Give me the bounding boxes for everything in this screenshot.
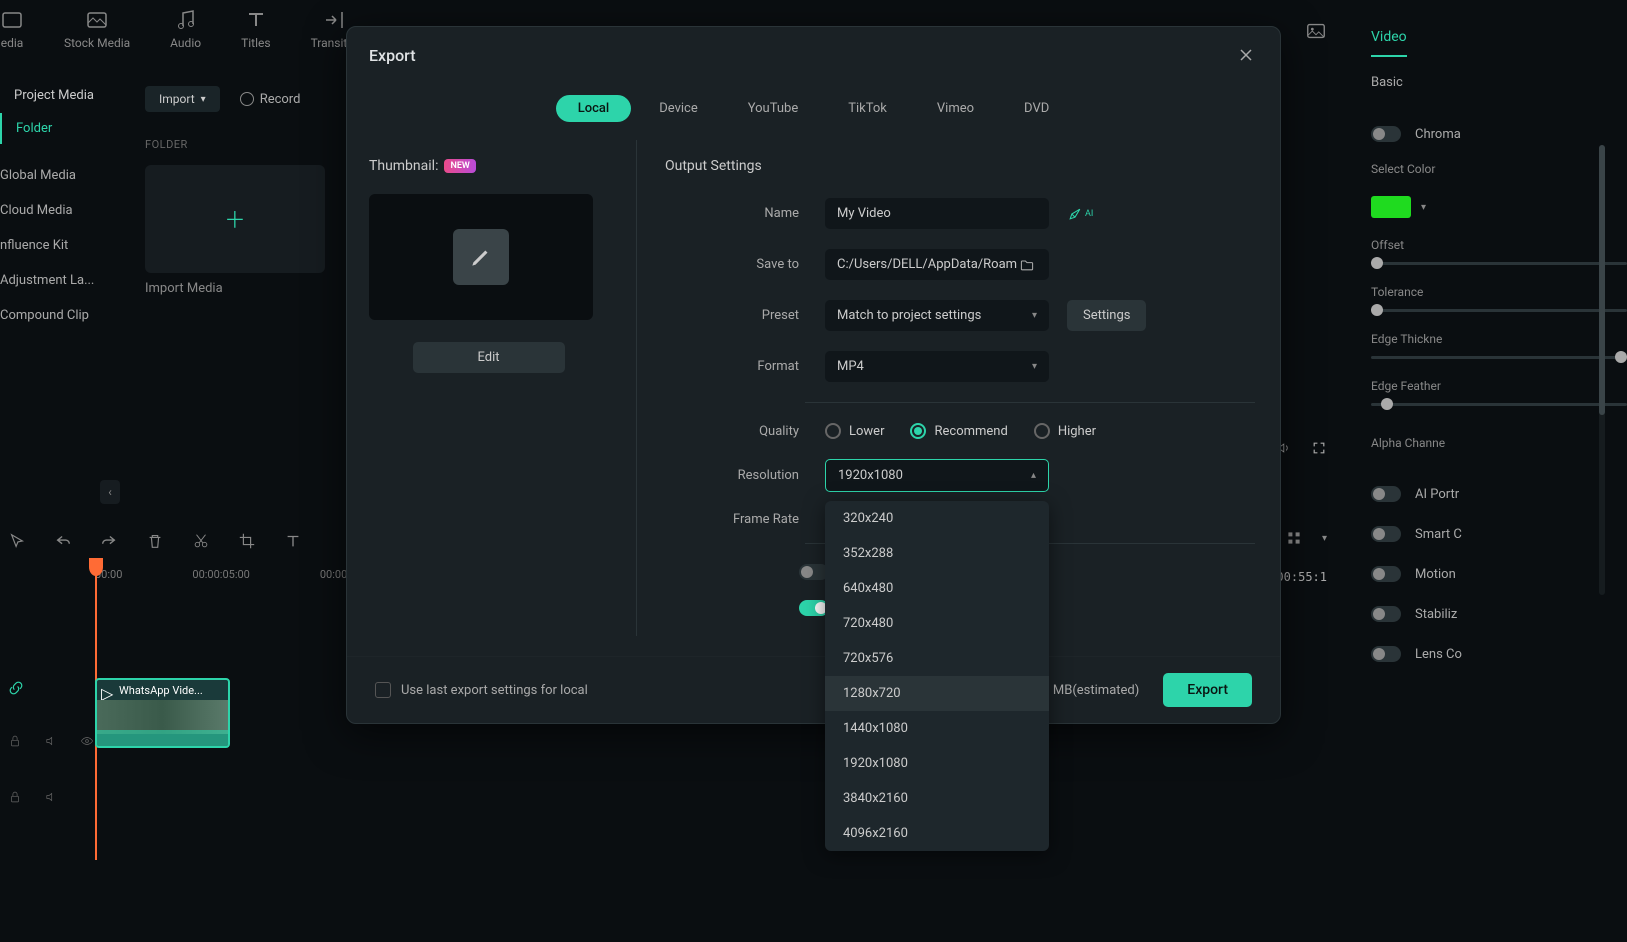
resolution-dropdown: 320x240 352x288 640x480 720x480 720x576 …: [825, 501, 1049, 851]
thumbnail-label: Thumbnail:: [369, 158, 438, 174]
saveto-input[interactable]: [825, 249, 1049, 280]
resolution-option[interactable]: 1440x1080: [825, 711, 1049, 746]
size-estimate: MB(estimated): [1053, 683, 1139, 698]
resolution-option[interactable]: 4096x2160: [825, 816, 1049, 851]
quality-recommend-radio[interactable]: Recommend: [910, 423, 1007, 439]
preset-label: Preset: [665, 308, 825, 323]
format-select[interactable]: MP4▾: [825, 351, 1049, 382]
ai-name-icon[interactable]: AI: [1067, 206, 1093, 222]
preset-settings-button[interactable]: Settings: [1067, 300, 1146, 331]
chevron-up-icon: ▴: [1031, 470, 1036, 481]
pencil-icon: [453, 229, 509, 285]
resolution-select[interactable]: 1920x1080▴: [825, 459, 1049, 492]
tab-tiktok[interactable]: TikTok: [826, 95, 909, 122]
name-input[interactable]: [825, 198, 1049, 229]
format-label: Format: [665, 359, 825, 374]
resolution-option[interactable]: 3840x2160: [825, 781, 1049, 816]
new-badge: NEW: [444, 159, 475, 173]
resolution-option[interactable]: 1920x1080: [825, 746, 1049, 781]
export-modal: Export Local Device YouTube TikTok Vimeo…: [346, 26, 1281, 724]
modal-title: Export: [369, 46, 416, 65]
saveto-label: Save to: [665, 257, 825, 272]
modal-scrollbar[interactable]: [1599, 145, 1605, 595]
name-label: Name: [665, 206, 825, 221]
resolution-option[interactable]: 720x480: [825, 606, 1049, 641]
tab-youtube[interactable]: YouTube: [726, 95, 821, 122]
chevron-down-icon: ▾: [1032, 310, 1037, 321]
resolution-option[interactable]: 352x288: [825, 536, 1049, 571]
tab-device[interactable]: Device: [637, 95, 720, 122]
export-button[interactable]: Export: [1163, 673, 1252, 707]
browse-folder-button[interactable]: [1019, 257, 1035, 273]
tab-local[interactable]: Local: [556, 95, 632, 122]
use-last-settings-checkbox[interactable]: Use last export settings for local: [375, 682, 588, 698]
preset-select[interactable]: Match to project settings▾: [825, 300, 1049, 331]
resolution-option[interactable]: 320x240: [825, 501, 1049, 536]
resolution-option[interactable]: 720x576: [825, 641, 1049, 676]
quality-higher-radio[interactable]: Higher: [1034, 423, 1096, 439]
thumbnail-preview[interactable]: [369, 194, 593, 320]
framerate-label: Frame Rate: [665, 512, 825, 527]
edit-thumbnail-button[interactable]: Edit: [413, 342, 565, 373]
quality-label: Quality: [665, 424, 825, 439]
chevron-down-icon: ▾: [1032, 361, 1037, 372]
resolution-option[interactable]: 640x480: [825, 571, 1049, 606]
quality-lower-radio[interactable]: Lower: [825, 423, 884, 439]
resolution-option[interactable]: 1280x720: [825, 676, 1049, 711]
close-button[interactable]: [1234, 43, 1258, 67]
tab-vimeo[interactable]: Vimeo: [915, 95, 996, 122]
resolution-label: Resolution: [665, 468, 825, 483]
output-settings-header: Output Settings: [665, 158, 1258, 174]
tab-dvd[interactable]: DVD: [1002, 95, 1071, 122]
